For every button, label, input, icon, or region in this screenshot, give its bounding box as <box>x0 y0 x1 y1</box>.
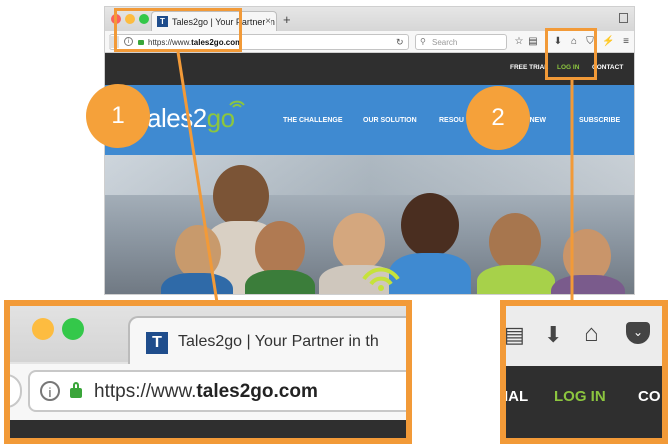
zoom-nav-bar: i https://www.tales2go.com <box>10 364 406 420</box>
zoom-url-text: https://www.tales2go.com <box>94 381 318 402</box>
zoom-site-top-bar: IAL LOG IN CO <box>506 366 662 438</box>
zoom-browser-tab[interactable]: T Tales2go | Your Partner in th <box>128 316 406 366</box>
zoom-panel-url: T Tales2go | Your Partner in th i https:… <box>4 300 412 444</box>
info-icon[interactable]: i <box>40 381 60 401</box>
callout-2: 2 <box>466 86 530 150</box>
lock-icon <box>70 388 82 398</box>
zoom-url-bar[interactable]: i https://www.tales2go.com <box>28 370 406 412</box>
free-trial-link[interactable]: IAL <box>506 388 528 405</box>
back-icon[interactable] <box>10 374 22 408</box>
maximize-window-button[interactable] <box>62 318 84 340</box>
reading-list-icon[interactable]: ▤ <box>506 322 525 348</box>
login-link[interactable]: LOG IN <box>554 388 606 405</box>
callout-1: 1 <box>86 84 150 148</box>
contact-link[interactable]: CO <box>638 388 661 405</box>
pocket-icon[interactable]: ⌄ <box>626 322 650 344</box>
tales2go-favicon-icon: T <box>146 332 168 354</box>
zoom-toolbar-icons: ▤ ⬇ ⌂ ⌄ <box>506 306 662 366</box>
home-icon[interactable]: ⌂ <box>584 320 599 348</box>
zoom-tab-bar: T Tales2go | Your Partner in th <box>10 306 406 366</box>
zoom-panel-login: ▤ ⬇ ⌂ ⌄ IAL LOG IN CO <box>500 300 668 444</box>
zoom-site-top-bar <box>10 420 406 438</box>
zoom-tab-title: Tales2go | Your Partner in th <box>178 333 379 350</box>
download-icon[interactable]: ⬇ <box>544 322 562 348</box>
minimize-window-button[interactable] <box>32 318 54 340</box>
